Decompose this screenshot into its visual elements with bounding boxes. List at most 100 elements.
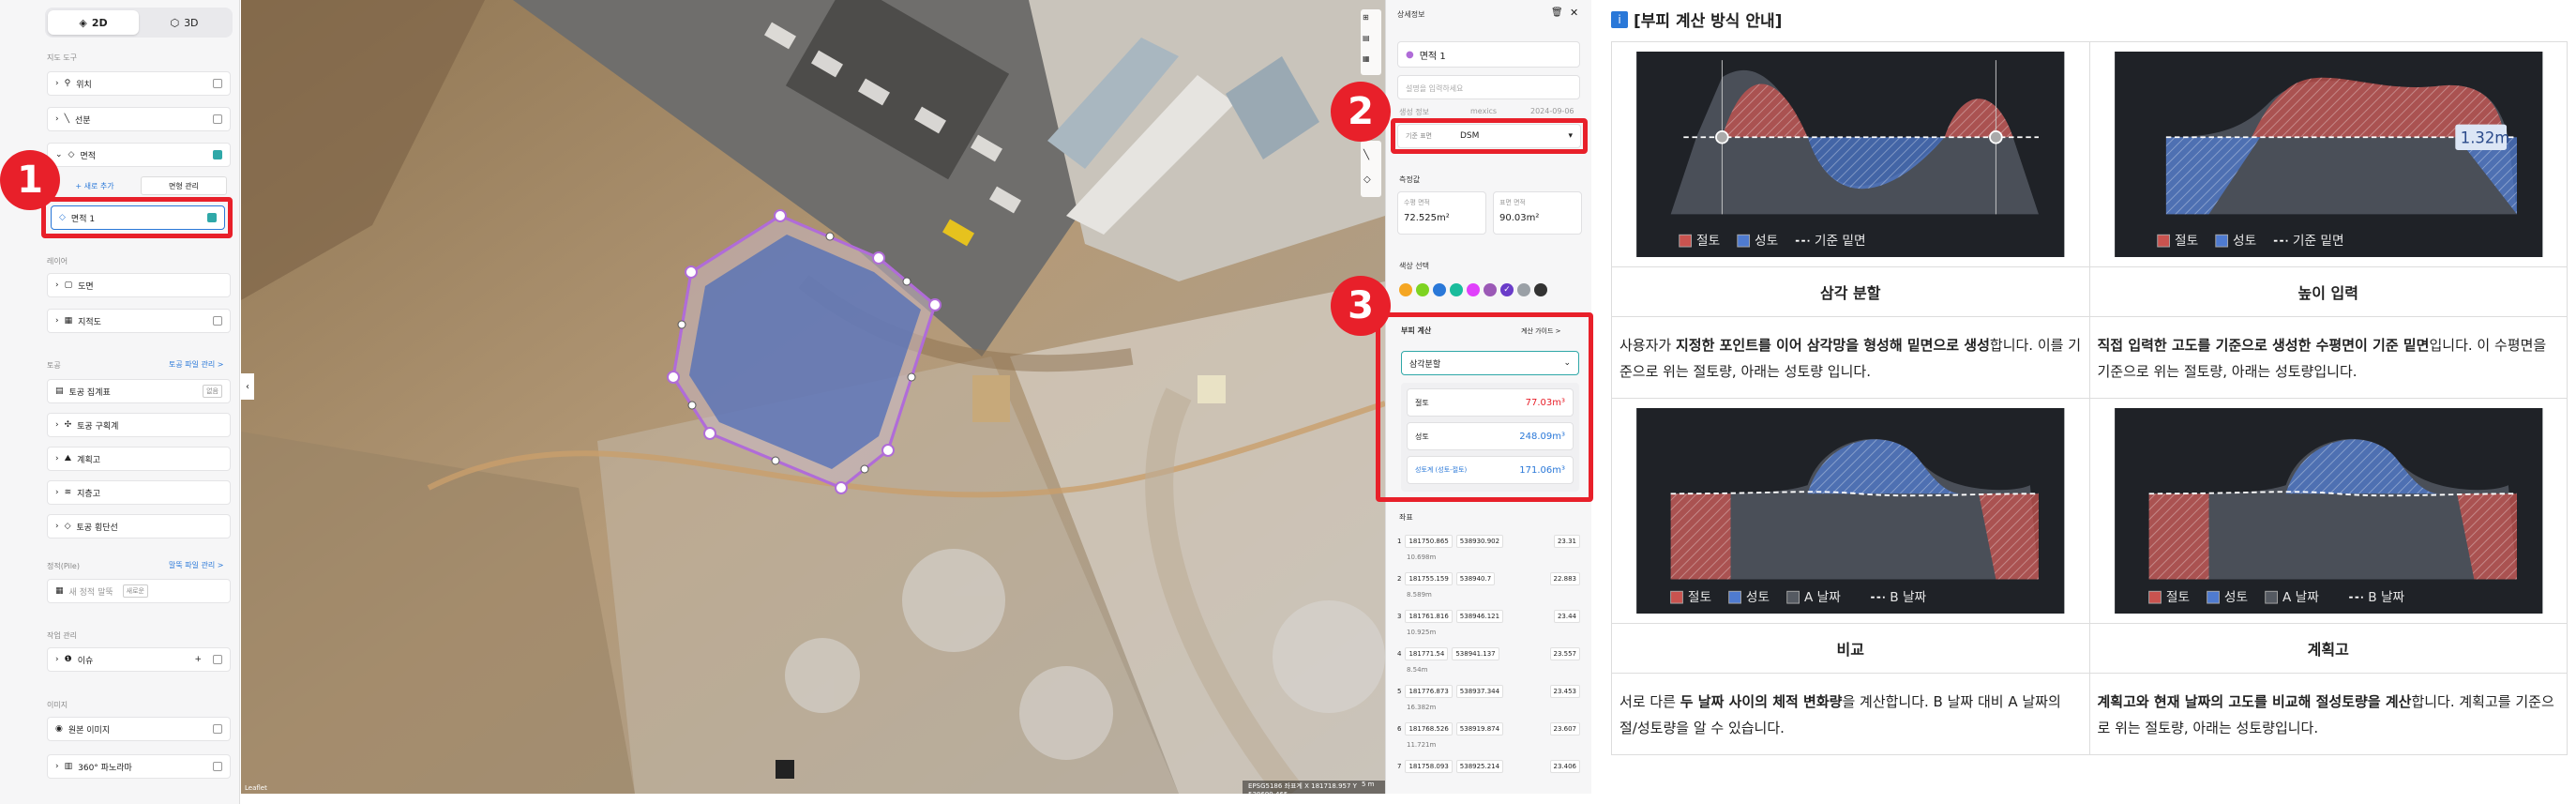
earthwork-item[interactable]: › ≋ 지층고 xyxy=(47,480,231,505)
volume-method-select[interactable]: 삼각분할 ⌄ xyxy=(1401,351,1579,375)
map-view[interactable]: ⊞ ▤ ▦ ╲ ◇ ‹ Leaflet EPSG5186 좌표계 X 18171… xyxy=(241,0,1385,794)
coord-y[interactable]: 538937.344 xyxy=(1455,685,1504,698)
color-swatch[interactable] xyxy=(1484,283,1497,296)
color-swatch[interactable] xyxy=(1399,283,1412,296)
pile-button[interactable]: 새로운 xyxy=(122,584,148,598)
coord-row: 1 181750.865 538930.902 23.31 xyxy=(1397,531,1580,552)
cube-icon: ⬡ xyxy=(170,16,180,29)
coord-x[interactable]: 181758.093 xyxy=(1405,760,1453,773)
layer-item-cadastral[interactable]: › ▦ 지적도 xyxy=(47,309,231,333)
area-add-button[interactable]: + 새로 추가 xyxy=(53,176,137,195)
mode-3d-button[interactable]: ⬡ 3D xyxy=(139,10,230,35)
legend-swatch xyxy=(2264,590,2278,604)
earthwork-sheet-button[interactable]: 없음 xyxy=(203,385,222,398)
color-swatch[interactable]: ✓ xyxy=(1500,283,1514,296)
issue-item[interactable]: › ❶ 이슈 + xyxy=(47,647,231,672)
caret-down-icon: ⌄ xyxy=(1563,358,1571,368)
tool-item-area[interactable]: ⌄ ◇ 면적 xyxy=(47,143,231,167)
issue-checkbox[interactable] xyxy=(213,655,222,664)
coord-x[interactable]: 181755.159 xyxy=(1405,572,1453,585)
pile-search[interactable]: ▦ 새 정적 말뚝 새로운 xyxy=(47,579,231,603)
area-2d-card: 수평 면적 72.525m² xyxy=(1397,191,1486,235)
collapse-left-button[interactable]: ‹ xyxy=(241,373,254,400)
image-item-original[interactable]: ◉ 원본 이미지 xyxy=(47,717,231,741)
area-item-1[interactable]: ◇ 면적 1 xyxy=(51,205,225,230)
earthwork-item[interactable]: › ✣ 토공 구획계 xyxy=(47,413,231,437)
coord-z[interactable]: 23.44 xyxy=(1553,610,1580,623)
tool-checkbox[interactable] xyxy=(213,114,222,124)
tool-item-point[interactable]: › ⚲ 위치 xyxy=(47,71,231,96)
coord-index: 7 xyxy=(1397,763,1402,770)
tool-item-line[interactable]: › ╲ 선분 xyxy=(47,107,231,131)
color-swatch[interactable] xyxy=(1534,283,1547,296)
coord-x[interactable]: 181761.816 xyxy=(1405,610,1453,623)
coord-x[interactable]: 181750.865 xyxy=(1405,535,1453,548)
memo-field[interactable]: 설명을 입력하세요 xyxy=(1397,75,1580,99)
camera-icon: ◉ xyxy=(55,724,63,734)
close-icon[interactable]: ✕ xyxy=(1570,7,1578,19)
area-3d-card: 표면 면적 90.03m² xyxy=(1493,191,1582,235)
coord-y[interactable]: 538941.137 xyxy=(1452,647,1499,660)
coord-z[interactable]: 23.607 xyxy=(1549,722,1580,736)
coord-y[interactable]: 538930.902 xyxy=(1455,535,1504,548)
zoom-in-icon[interactable]: ⊞ xyxy=(1363,13,1369,22)
coord-y[interactable]: 538919.874 xyxy=(1455,722,1504,736)
name-field[interactable]: ● 면적 1 xyxy=(1397,41,1580,68)
coord-z[interactable]: 23.453 xyxy=(1549,685,1580,698)
image-checkbox[interactable] xyxy=(213,762,222,771)
leaflet-attribution[interactable]: Leaflet xyxy=(245,784,267,792)
earthwork-item[interactable]: › ◇ 토공 횡단선 xyxy=(47,514,231,539)
coord-z[interactable]: 23.406 xyxy=(1549,760,1580,773)
ruler-icon[interactable]: ╲ xyxy=(1363,150,1369,160)
layer-checkbox[interactable] xyxy=(213,316,222,326)
base-surface-select[interactable]: 기준 표면 DSM ▾ xyxy=(1397,124,1581,148)
tool-checkbox[interactable] xyxy=(213,79,222,88)
color-swatch[interactable] xyxy=(1450,283,1463,296)
layer-item-drawing[interactable]: › ▢ 도면 xyxy=(47,273,231,297)
coord-row: 7 181758.093 538925.214 23.406 xyxy=(1397,756,1580,777)
tool-checkbox[interactable] xyxy=(213,150,222,159)
image-item-panorama[interactable]: › ▥ 360° 파노라마 xyxy=(47,754,231,779)
coord-distance: 10.698m xyxy=(1407,554,1437,561)
coord-z[interactable]: 22.883 xyxy=(1549,572,1580,585)
coord-x[interactable]: 181771.54 xyxy=(1405,647,1449,660)
area-manage-button[interactable]: 면형 관리 xyxy=(141,176,227,195)
volume-guide-link[interactable]: 계산 가이드 > xyxy=(1521,326,1561,336)
coord-y[interactable]: 538940.7 xyxy=(1455,572,1496,585)
meta-label: 생성 정보 xyxy=(1399,108,1429,116)
plus-icon[interactable]: + xyxy=(194,655,202,664)
legend-swatch xyxy=(2206,590,2220,604)
color-swatch[interactable] xyxy=(1467,283,1480,296)
earthwork-item[interactable]: › ⛰ 계획고 xyxy=(47,447,231,471)
chevron-right-icon: › xyxy=(55,114,59,124)
layout-icon[interactable]: ▤ xyxy=(1363,34,1370,42)
color-swatch[interactable] xyxy=(1416,283,1429,296)
image-checkbox[interactable] xyxy=(213,724,222,734)
legend-label: 절토 xyxy=(1688,590,1711,605)
terrain-icon: ⛰ xyxy=(64,454,72,463)
trash-icon[interactable]: 🗑 xyxy=(1551,8,1563,18)
color-swatch[interactable] xyxy=(1517,283,1530,296)
polygon-tool-icon[interactable]: ◇ xyxy=(1363,174,1371,185)
coord-z[interactable]: 23.31 xyxy=(1553,535,1580,548)
coord-z[interactable]: 23.557 xyxy=(1549,647,1580,660)
panorama-icon: ▥ xyxy=(64,762,73,771)
method-description: 사용자가 지정한 포인트를 이어 삼각망을 형성해 밑면으로 생성합니다. 이를… xyxy=(1611,316,2090,399)
coord-x[interactable]: 181768.526 xyxy=(1405,722,1453,736)
area-checkbox[interactable] xyxy=(207,213,217,222)
earthwork-sheet-item[interactable]: ▤ 토공 집계표 없음 xyxy=(47,379,231,403)
mode-2d-button[interactable]: ◈ 2D xyxy=(48,10,139,35)
grid-icon[interactable]: ▦ xyxy=(1363,54,1370,63)
help-title: i [부피 계산 방식 안내] xyxy=(1611,8,1782,31)
pile-manage-link[interactable]: 말뚝 파일 관리 > xyxy=(169,560,224,570)
coord-y[interactable]: 538925.214 xyxy=(1455,760,1504,773)
map-icon: ▦ xyxy=(64,316,73,326)
coord-x[interactable]: 181776.873 xyxy=(1405,685,1453,698)
earthwork-manage-link[interactable]: 토공 파일 관리 > xyxy=(169,359,224,370)
line-icon: ╲ xyxy=(64,114,70,124)
base-point xyxy=(1989,129,2003,144)
chevron-right-icon: › xyxy=(55,762,59,771)
color-swatch[interactable] xyxy=(1433,283,1446,296)
coord-distance: 10.925m xyxy=(1407,629,1437,636)
coord-y[interactable]: 538946.121 xyxy=(1455,610,1504,623)
